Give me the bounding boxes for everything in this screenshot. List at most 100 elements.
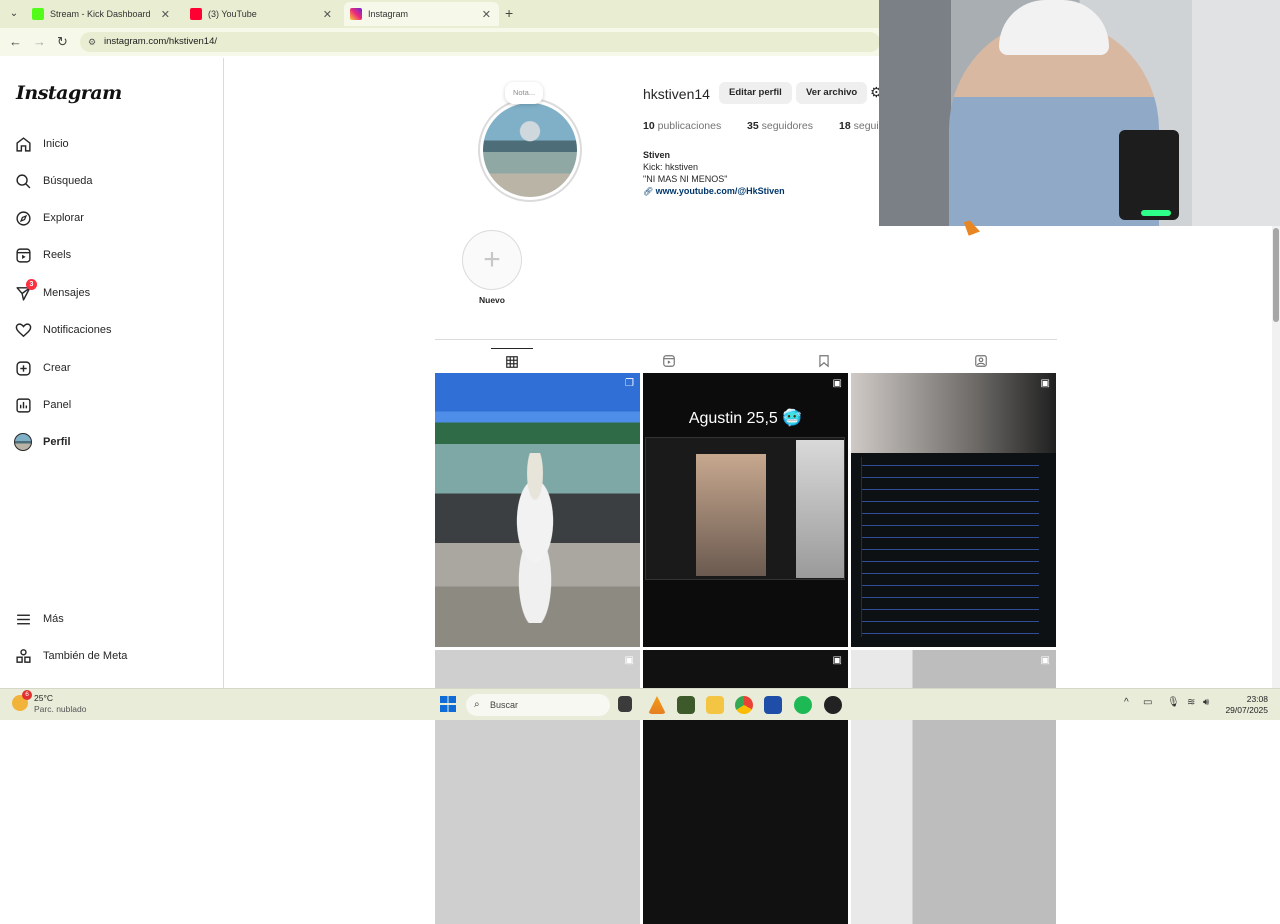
new-tab-icon[interactable]: + (505, 5, 513, 21)
minecraft-icon[interactable] (677, 696, 695, 714)
sidebar-item-busqueda[interactable]: Búsqueda (14, 168, 93, 194)
profile-tabs-divider (435, 339, 1057, 340)
carousel-icon: ❐ (625, 378, 634, 389)
taskbar-clock[interactable]: 23:08 29/07/2025 (1222, 694, 1268, 716)
close-tab-icon[interactable]: ✕ (323, 8, 332, 21)
followers-count-label: seguidores (761, 120, 813, 132)
profile-note-bubble[interactable]: Nota... (505, 82, 543, 104)
sidebar-item-perfil[interactable]: Perfil (14, 429, 71, 455)
instagram-sidebar: Instagram Inicio Búsqueda Explorar Reels… (0, 58, 224, 688)
reel-icon: ▣ (1040, 655, 1050, 666)
reel-icon: ▣ (832, 655, 842, 666)
taskbar-search[interactable]: ⌕ Buscar (466, 694, 610, 716)
new-highlight[interactable]: + Nuevo (462, 230, 522, 305)
post-side-panel (796, 440, 844, 578)
windows-start-icon[interactable] (440, 696, 456, 712)
weather-temp: 25°C (34, 693, 53, 703)
view-archive-button[interactable]: Ver archivo (796, 82, 868, 104)
wifi-icon[interactable]: ≋ (1187, 697, 1195, 708)
tab-search-chevron-icon[interactable]: ⌄ (6, 6, 22, 22)
tab-youtube[interactable]: (3) YouTube ✕ (186, 2, 340, 26)
obs-icon[interactable] (824, 696, 842, 714)
avatar-icon (14, 433, 32, 451)
sidebar-item-panel[interactable]: Panel (14, 392, 71, 418)
spotify-icon[interactable] (794, 696, 812, 714)
tab-reels[interactable] (648, 348, 690, 372)
sidebar-item-inicio[interactable]: Inicio (14, 131, 69, 157)
chart-icon (14, 396, 32, 414)
tab-title: Instagram (368, 9, 409, 19)
sidebar-item-explorar[interactable]: Explorar (14, 205, 84, 231)
profile-photo (483, 103, 577, 197)
site-info-icon[interactable]: ⚙ (88, 32, 96, 52)
bio-link-text: www.youtube.com/@HkStiven (655, 186, 785, 196)
scrollbar-thumb[interactable] (1273, 228, 1279, 322)
tab-tagged[interactable] (960, 348, 1002, 372)
reload-icon[interactable]: ↻ (57, 34, 68, 50)
url-text: instagram.com/hkstiven14/ (104, 36, 217, 47)
sidebar-item-reels[interactable]: Reels (14, 242, 71, 268)
store-icon[interactable] (764, 696, 782, 714)
post-caption-overlay: Agustin 25,5 🥶 (688, 410, 803, 427)
compass-icon (14, 209, 32, 227)
instagram-logo[interactable]: Instagram (16, 82, 122, 104)
search-icon (14, 172, 32, 190)
microphone-icon[interactable]: 🎙︎ (1167, 697, 1180, 708)
tab-title: (3) YouTube (208, 9, 257, 19)
vlc-icon[interactable] (648, 696, 666, 714)
reel-icon: ▣ (624, 655, 634, 666)
home-icon (14, 135, 32, 153)
sidebar-item-meta[interactable]: También de Meta (14, 643, 127, 669)
bio-line: Kick: hkstiven (643, 162, 699, 172)
reel-icon: ▣ (832, 378, 842, 389)
close-tab-icon[interactable]: ✕ (482, 8, 491, 21)
weather-widget[interactable]: 6 25°C Parc. nublado (12, 690, 86, 715)
chrome-icon[interactable] (735, 696, 753, 714)
sidebar-item-label: Inicio (43, 138, 69, 150)
file-explorer-icon[interactable] (706, 696, 724, 714)
tab-kick-dashboard[interactable]: Stream - Kick Dashboard ✕ (28, 2, 178, 26)
sidebar-item-mas[interactable]: Más (14, 606, 64, 632)
sidebar-item-label: Búsqueda (43, 175, 93, 187)
tab-instagram[interactable]: Instagram ✕ (344, 2, 499, 26)
tab-saved[interactable] (803, 348, 845, 372)
sidebar-item-label: Reels (43, 249, 72, 261)
address-bar[interactable]: ⚙ instagram.com/hkstiven14/ (80, 32, 880, 52)
close-tab-icon[interactable]: ✕ (161, 8, 170, 21)
followers-count[interactable]: 35 seguidores (747, 120, 813, 132)
kick-favicon-icon (32, 8, 44, 20)
profile-display-name: Stiven (643, 150, 671, 160)
heart-icon (14, 321, 32, 339)
tray-overflow-chevron-icon[interactable]: ^ (1124, 697, 1129, 708)
sidebar-item-mensajes[interactable]: 3 Mensajes (14, 279, 90, 306)
post-photo-subject (490, 453, 580, 623)
following-count[interactable]: 18 segui (839, 120, 879, 132)
clock-time: 23:08 (1246, 694, 1268, 704)
volume-icon[interactable]: 🔊︎ (1203, 697, 1209, 708)
following-count-label: segui (853, 120, 879, 132)
webcam-overlay (879, 0, 1280, 226)
back-arrow-icon[interactable]: ← (9, 34, 22, 49)
post-thumbnail[interactable]: Agustin 25,5 🥶 ▣ (643, 373, 848, 647)
bio-link[interactable]: 🔗︎ www.youtube.com/@HkStiven (643, 185, 785, 198)
sidebar-item-notificaciones[interactable]: Notificaciones (14, 317, 111, 343)
search-icon: ⌕ (474, 699, 480, 710)
edit-profile-button[interactable]: Editar perfil (719, 82, 792, 104)
profile-bio: Stiven Kick: hkstiven "NI MAS NI MENOS" … (643, 149, 785, 198)
following-count-value: 18 (839, 120, 851, 132)
add-highlight-plus-icon: + (462, 230, 522, 290)
sidebar-item-crear[interactable]: Crear (14, 355, 71, 381)
hamburger-menu-icon (14, 610, 32, 628)
task-view-icon[interactable] (618, 696, 632, 712)
tab-posts-grid[interactable] (491, 348, 533, 372)
windows-taskbar: 6 25°C Parc. nublado ⌕ Buscar ^ ▭ 🎙︎ ≋ 🔊… (0, 688, 1280, 720)
post-thumbnail[interactable]: ❐ (435, 373, 640, 647)
profile-avatar[interactable] (478, 98, 582, 202)
forward-arrow-icon[interactable]: → (33, 34, 46, 49)
sidebar-item-label: También de Meta (43, 650, 128, 662)
reel-icon: ▣ (1040, 378, 1050, 389)
clock-date: 29/07/2025 (1225, 705, 1268, 715)
network-icon[interactable]: ▭ (1143, 697, 1152, 708)
post-thumbnail[interactable]: ▣ (851, 373, 1056, 647)
post-chat-capture (861, 457, 1039, 637)
